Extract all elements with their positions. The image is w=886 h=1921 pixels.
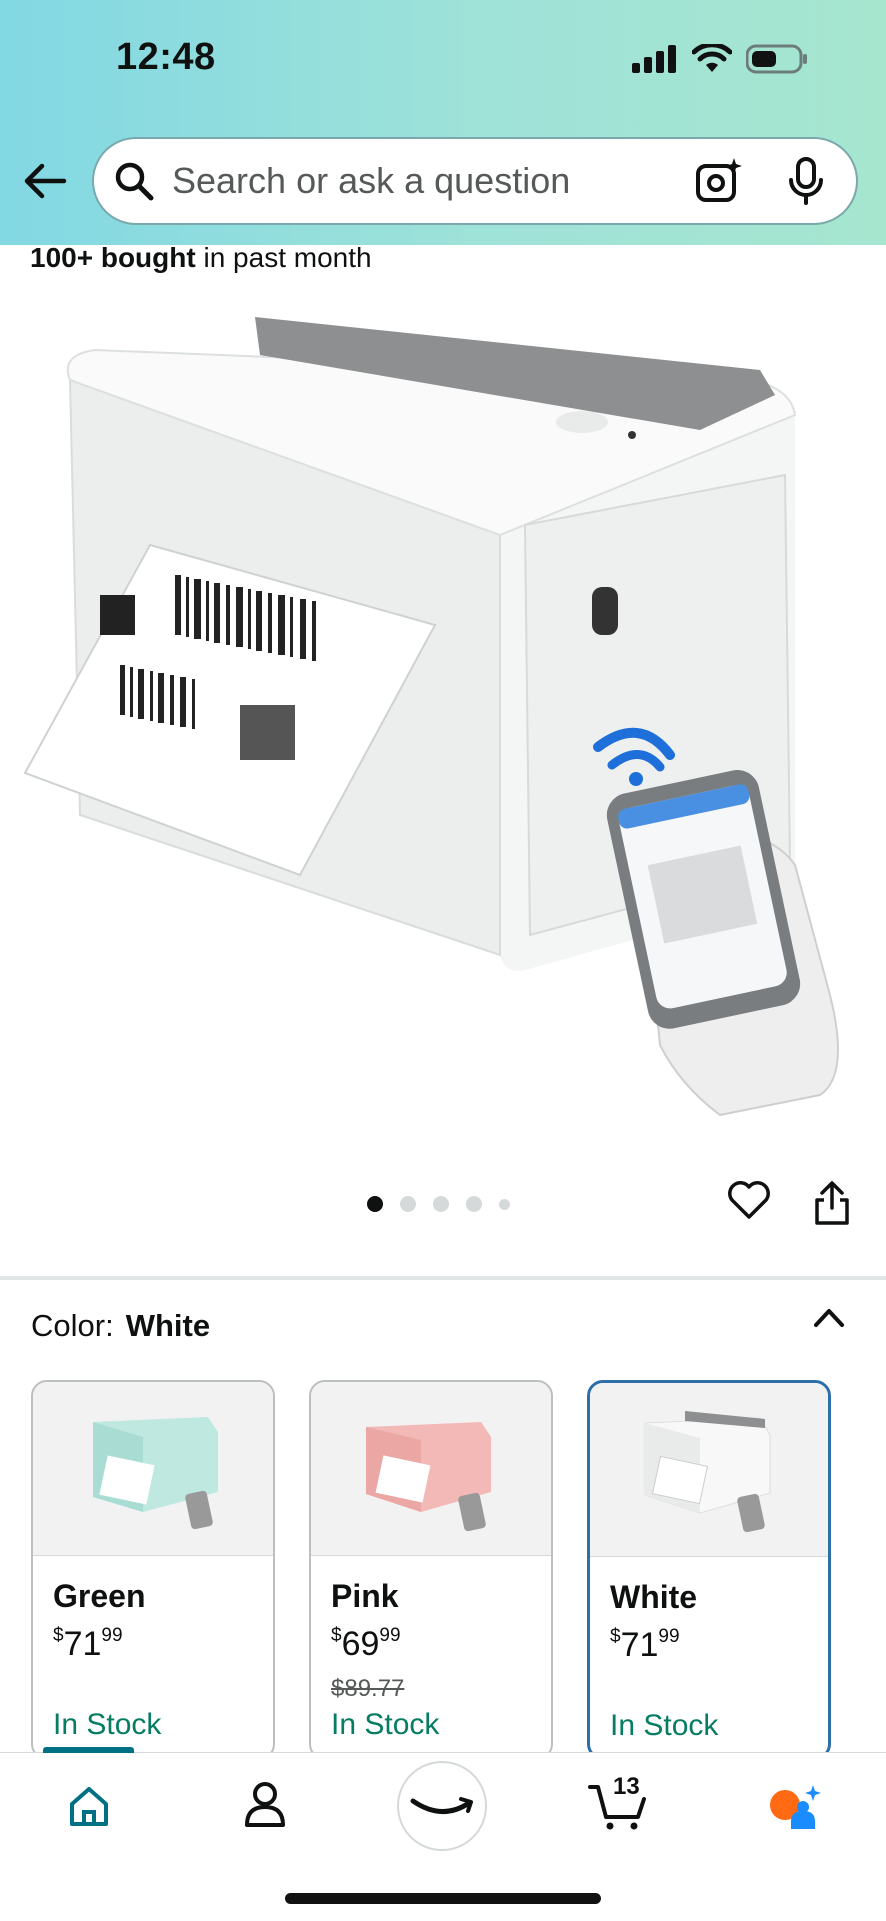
- stock-status: In Stock: [610, 1709, 719, 1742]
- camera-lens-icon[interactable]: [694, 156, 744, 206]
- home-icon[interactable]: [68, 1785, 110, 1827]
- swatch-image: [311, 1382, 551, 1556]
- swatch-price: $7199: [610, 1626, 680, 1664]
- bought-in-past-month: 100+ bought in past month: [30, 242, 372, 273]
- carousel-dot[interactable]: [400, 1196, 416, 1212]
- cart-count-badge: 13: [613, 1773, 640, 1800]
- active-tab-indicator: [43, 1747, 134, 1753]
- account-icon[interactable]: [244, 1781, 286, 1827]
- carousel-dot[interactable]: [499, 1198, 510, 1210]
- color-label: Color:: [31, 1308, 114, 1343]
- search-icon: [115, 162, 154, 201]
- chevron-up-icon[interactable]: [813, 1306, 845, 1328]
- back-arrow-icon[interactable]: [22, 158, 68, 204]
- color-option-pink[interactable]: Pink $6999 $89.77 In Stock: [309, 1380, 553, 1760]
- color-selector-header[interactable]: Color: White: [31, 1308, 210, 1344]
- selected-color: White: [125, 1308, 211, 1343]
- amazon-smile-icon: [410, 1797, 473, 1814]
- search-input[interactable]: Search or ask a question: [172, 160, 694, 202]
- carousel-dot-active[interactable]: [367, 1196, 383, 1212]
- stock-status: In Stock: [331, 1708, 440, 1741]
- status-icons: [632, 44, 808, 74]
- signal-icon: [632, 45, 676, 73]
- battery-icon: [746, 44, 807, 74]
- image-carousel-dots[interactable]: [367, 1196, 510, 1212]
- section-divider: [0, 1276, 886, 1280]
- swatch-image: [33, 1382, 273, 1556]
- microphone-icon[interactable]: [786, 156, 826, 206]
- swatch-price: $7199: [53, 1625, 123, 1663]
- product-image-label-printer[interactable]: [0, 295, 886, 1135]
- color-option-white[interactable]: White $7199 In Stock: [587, 1380, 831, 1760]
- home-indicator: [285, 1893, 601, 1904]
- swatch-name: White: [610, 1579, 698, 1615]
- amazon-home-button[interactable]: [397, 1761, 487, 1851]
- wifi-icon: [692, 44, 732, 72]
- heart-icon[interactable]: [727, 1180, 771, 1220]
- swatch-price: $6999: [331, 1625, 401, 1663]
- carousel-dot[interactable]: [433, 1196, 449, 1212]
- swatch-image: [590, 1383, 828, 1557]
- carousel-dot[interactable]: [466, 1196, 482, 1212]
- search-bar[interactable]: Search or ask a question: [92, 137, 858, 225]
- swatch-name: Green: [53, 1578, 146, 1614]
- stock-status: In Stock: [53, 1708, 162, 1741]
- app-header: 12:48 Search or ask a question: [0, 0, 886, 245]
- status-time: 12:48: [116, 36, 216, 78]
- share-icon[interactable]: [812, 1180, 852, 1226]
- swatch-name: Pink: [331, 1578, 399, 1614]
- color-option-green[interactable]: Green $7199 In Stock: [31, 1380, 275, 1760]
- rufus-assistant-icon[interactable]: [765, 1783, 823, 1833]
- list-price: $89.77: [331, 1675, 405, 1702]
